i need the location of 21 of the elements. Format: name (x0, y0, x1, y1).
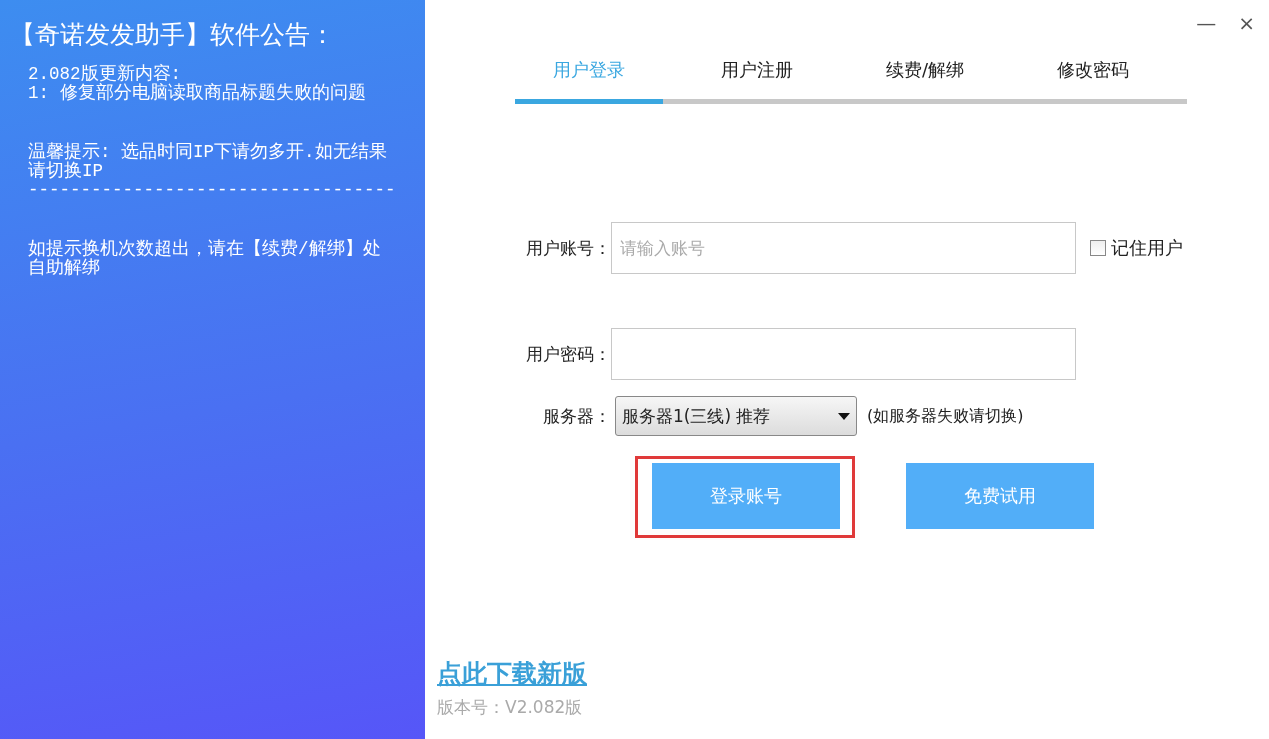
notice-title: 【奇诺发发助手】软件公告： (10, 19, 336, 51)
field-label: 用户密码： (525, 342, 611, 366)
version-text: 版本号：V2.082版 (437, 696, 583, 719)
tab[interactable]: 用户注册 (683, 50, 831, 104)
account-input-field[interactable]: 请输入账号 (611, 222, 1076, 274)
tab[interactable]: 修改密码 (1019, 50, 1167, 104)
password-input-field[interactable] (611, 328, 1076, 380)
notice-text: 如提示换机次数超出，请在【续费/解绑】处自助解绑 (28, 240, 382, 278)
tab[interactable]: 续费/解绑 (851, 50, 999, 104)
field-label: 用户账号： (525, 236, 611, 260)
remember-checkbox[interactable]: 记住用户 (1090, 236, 1183, 260)
minimize-button[interactable]: — (1196, 10, 1217, 36)
field-label: 服务器： (542, 404, 611, 428)
caret-icon (838, 412, 850, 420)
notice-text: ----------------------------------- (28, 181, 397, 200)
notice-text: 1: 修复部分电脑读取商品标题失败的问题 (28, 84, 367, 103)
server-hint: (如服务器失败请切换) (867, 405, 1024, 427)
notice-text: 2.082版更新内容: (28, 65, 181, 84)
close-button[interactable]: × (1238, 10, 1255, 36)
notice-text: 温馨提示: 选品时同IP下请勿多开.如无结果请切换IP (28, 143, 388, 181)
server-dropdown[interactable]: 服务器1(三线) 推荐 (615, 396, 857, 436)
